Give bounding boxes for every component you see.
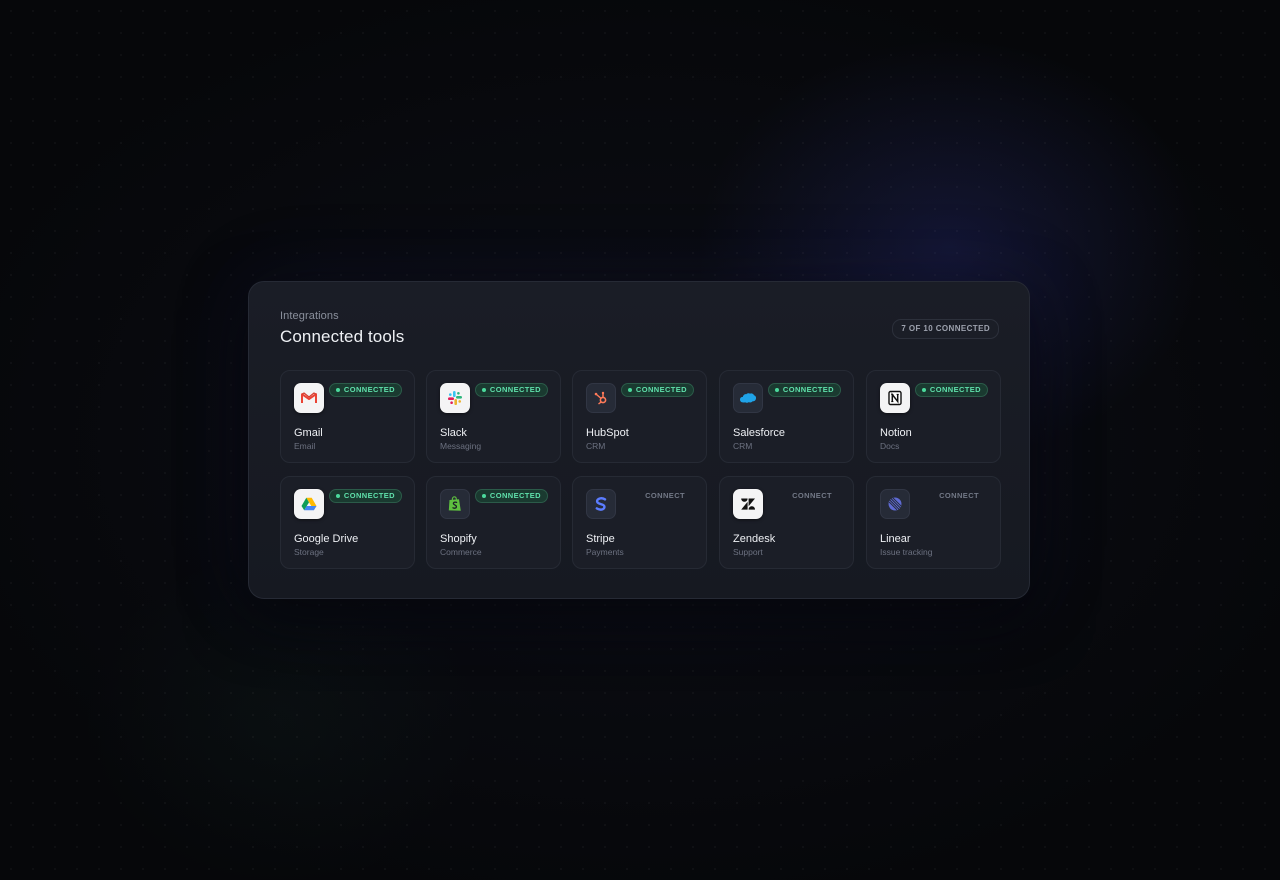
status-label: CONNECTED [489, 385, 541, 394]
status-badge[interactable]: CONNECTED [767, 383, 841, 397]
hubspot-icon [586, 383, 616, 413]
status-dot-icon [481, 388, 486, 392]
integration-category: Email [294, 441, 316, 451]
integration-card-gmail[interactable]: CONNECTED Gmail Email [280, 370, 415, 463]
integration-category: Messaging [440, 441, 482, 451]
connected-count-badge: 7 OF 10 CONNECTED [892, 319, 999, 339]
status-label: CONNECTED [635, 385, 687, 394]
integration-name: HubSpot [586, 427, 629, 439]
status-dot-icon [627, 388, 632, 392]
shopify-icon [440, 489, 470, 519]
status-badge[interactable]: CONNECTED [474, 489, 548, 503]
connect-button[interactable]: CONNECT [785, 489, 839, 503]
integration-card-google-drive[interactable]: CONNECTED Google Drive Storage [280, 476, 415, 569]
gmail-icon [294, 383, 324, 413]
status-dot-icon [335, 388, 340, 392]
status-label: CONNECTED [343, 385, 395, 394]
integration-category: Docs [880, 441, 900, 451]
integration-card-salesforce[interactable]: CONNECTED Salesforce CRM [719, 370, 854, 463]
integration-card-linear[interactable]: CONNECT Linear Issue tracking [866, 476, 1001, 569]
integration-card-notion[interactable]: CONNECTED Notion Docs [866, 370, 1001, 463]
integration-name: Shopify [440, 533, 477, 545]
integration-category: Issue tracking [880, 547, 933, 557]
status-badge[interactable]: CONNECTED [328, 383, 402, 397]
status-label: CONNECTED [343, 491, 395, 500]
integration-category: Commerce [440, 547, 482, 557]
stripe-icon [586, 489, 616, 519]
salesforce-icon [733, 383, 763, 413]
status-badge[interactable]: CONNECTED [474, 383, 548, 397]
integration-card-stripe[interactable]: CONNECT Stripe Payments [572, 476, 707, 569]
integration-card-slack[interactable]: CONNECTED Slack Messaging [426, 370, 561, 463]
integration-category: Payments [586, 547, 624, 557]
integration-name: Notion [880, 427, 912, 439]
integration-name: Google Drive [294, 533, 359, 545]
status-label: CONNECTED [782, 385, 834, 394]
integration-category: CRM [733, 441, 753, 451]
connect-button[interactable]: CONNECT [638, 489, 692, 503]
integration-card-hubspot[interactable]: CONNECTED HubSpot CRM [572, 370, 707, 463]
integration-name: Linear [880, 533, 911, 545]
integrations-panel: Integrations Connected tools 7 OF 10 CON… [248, 281, 1030, 599]
integration-name: Gmail [294, 427, 323, 439]
status-label: CONNECTED [929, 385, 981, 394]
integration-name: Salesforce [733, 427, 785, 439]
integration-card-zendesk[interactable]: CONNECT Zendesk Support [719, 476, 854, 569]
status-badge[interactable]: CONNECTED [328, 489, 402, 503]
zendesk-icon [733, 489, 763, 519]
linear-icon [880, 489, 910, 519]
status-label: CONNECTED [489, 491, 541, 500]
integration-name: Slack [440, 427, 467, 439]
integration-category: CRM [586, 441, 606, 451]
status-dot-icon [335, 494, 340, 498]
status-badge[interactable]: CONNECTED [914, 383, 988, 397]
notion-icon [880, 383, 910, 413]
page-title: Connected tools [280, 327, 405, 346]
integration-name: Zendesk [733, 533, 776, 545]
integration-name: Stripe [586, 533, 615, 545]
status-dot-icon [481, 494, 486, 498]
integration-category: Storage [294, 547, 324, 557]
slack-icon [440, 383, 470, 413]
connect-button[interactable]: CONNECT [932, 489, 986, 503]
integration-card-shopify[interactable]: CONNECTED Shopify Commerce [426, 476, 561, 569]
google-drive-icon [294, 489, 324, 519]
status-dot-icon [921, 388, 926, 392]
integration-category: Support [733, 547, 763, 557]
status-badge[interactable]: CONNECTED [620, 383, 694, 397]
status-dot-icon [774, 388, 779, 392]
panel-eyebrow: Integrations [280, 310, 339, 322]
